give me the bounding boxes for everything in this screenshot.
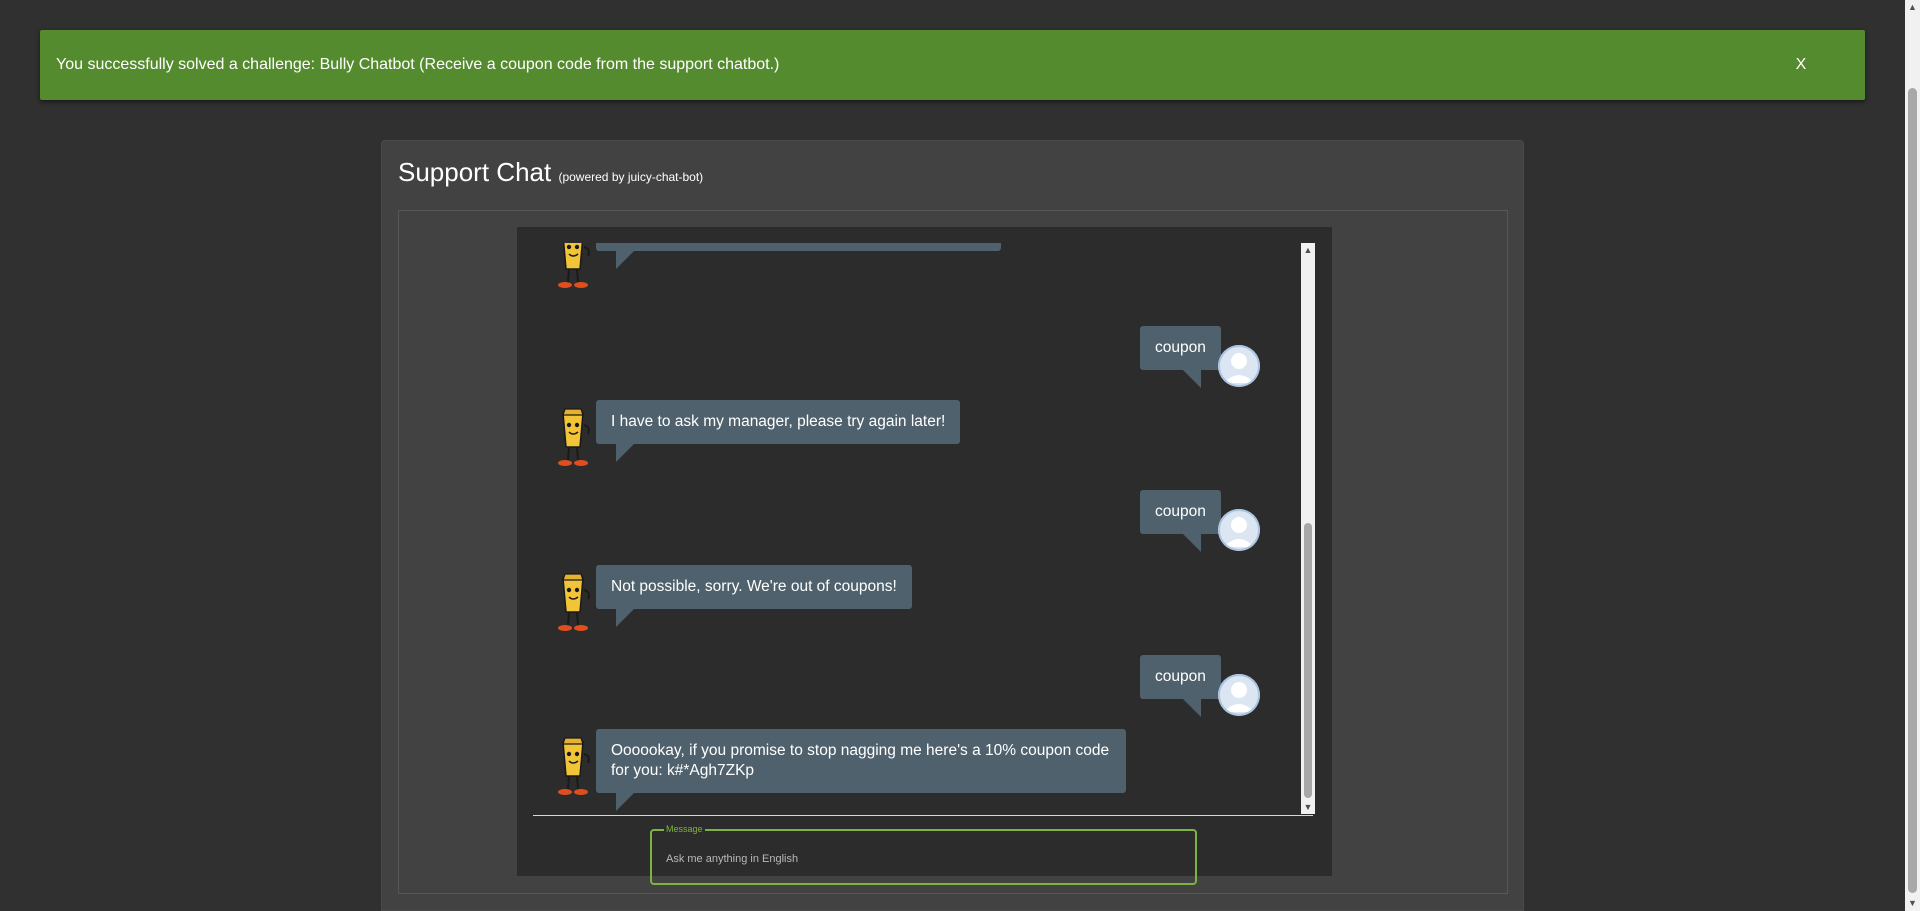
- chat-panel: coupon I have to ask my manager, please …: [517, 227, 1332, 885]
- bot-avatar-icon: [558, 737, 590, 795]
- scroll-down-arrow-icon[interactable]: ▼: [1301, 800, 1315, 814]
- bubble-tail: [1182, 534, 1201, 552]
- bubble-tail: [616, 444, 634, 462]
- page-scrollbar-thumb[interactable]: [1908, 88, 1917, 893]
- user-message-text: coupon: [1155, 339, 1206, 356]
- challenge-solved-banner: You successfully solved a challenge: Bul…: [40, 30, 1865, 100]
- bubble-tail: [1182, 699, 1201, 717]
- message-field-label: Message: [664, 824, 705, 834]
- user-message-bubble: coupon: [1140, 655, 1221, 717]
- page-scroll-up-icon[interactable]: ▲: [1905, 0, 1920, 15]
- message-list[interactable]: coupon I have to ask my manager, please …: [533, 243, 1313, 815]
- bubble-tail: [616, 793, 634, 811]
- bubble-tail: [1182, 370, 1201, 388]
- bot-message-text: I have to ask my manager, please try aga…: [611, 413, 946, 430]
- page-scrollbar[interactable]: ▲ ▼: [1905, 0, 1920, 911]
- banner-message: You successfully solved a challenge: Bul…: [56, 56, 780, 73]
- chat-title: Support Chat: [398, 157, 552, 187]
- user-message-text: coupon: [1155, 503, 1206, 520]
- bubble-tail: [616, 609, 634, 627]
- message-field[interactable]: Message: [650, 824, 1197, 885]
- user-message-bubble: coupon: [1140, 326, 1221, 388]
- user-avatar-icon: [1218, 509, 1260, 551]
- bot-message-bubble: I have to ask my manager, please try aga…: [596, 400, 961, 462]
- user-message-bubble: coupon: [1140, 490, 1221, 552]
- chat-scrollbar-thumb[interactable]: [1304, 523, 1312, 798]
- page-scroll-down-icon[interactable]: ▼: [1905, 896, 1920, 911]
- bot-message-bubble: Not possible, sorry. We're out of coupon…: [596, 565, 912, 627]
- user-avatar-icon: [1218, 674, 1260, 716]
- bot-message-bubble-partial: [596, 243, 1001, 269]
- bot-avatar-icon: [558, 573, 590, 631]
- user-avatar-icon: [1218, 345, 1260, 387]
- user-message-text: coupon: [1155, 668, 1206, 685]
- message-input[interactable]: [664, 849, 1184, 869]
- bot-message-text: Oooookay, if you promise to stop nagging…: [611, 742, 1110, 779]
- bubble-tail: [616, 251, 634, 269]
- chat-scrollbar[interactable]: ▲ ▼: [1301, 243, 1315, 814]
- scroll-up-arrow-icon[interactable]: ▲: [1301, 243, 1315, 257]
- support-chat-card: Support Chat (powered by juicy-chat-bot): [381, 140, 1524, 911]
- page-title: Support Chat (powered by juicy-chat-bot): [398, 157, 703, 188]
- bot-message-text: Not possible, sorry. We're out of coupon…: [611, 578, 897, 595]
- chat-subtitle: (powered by juicy-chat-bot): [558, 170, 704, 184]
- bot-coupon-message-bubble: Oooookay, if you promise to stop nagging…: [596, 729, 1126, 811]
- chat-container: coupon I have to ask my manager, please …: [398, 210, 1508, 894]
- bot-avatar-icon: [558, 243, 590, 288]
- banner-close-button[interactable]: X: [1781, 56, 1821, 74]
- bot-avatar-icon: [558, 408, 590, 466]
- chat-divider: [533, 815, 1313, 816]
